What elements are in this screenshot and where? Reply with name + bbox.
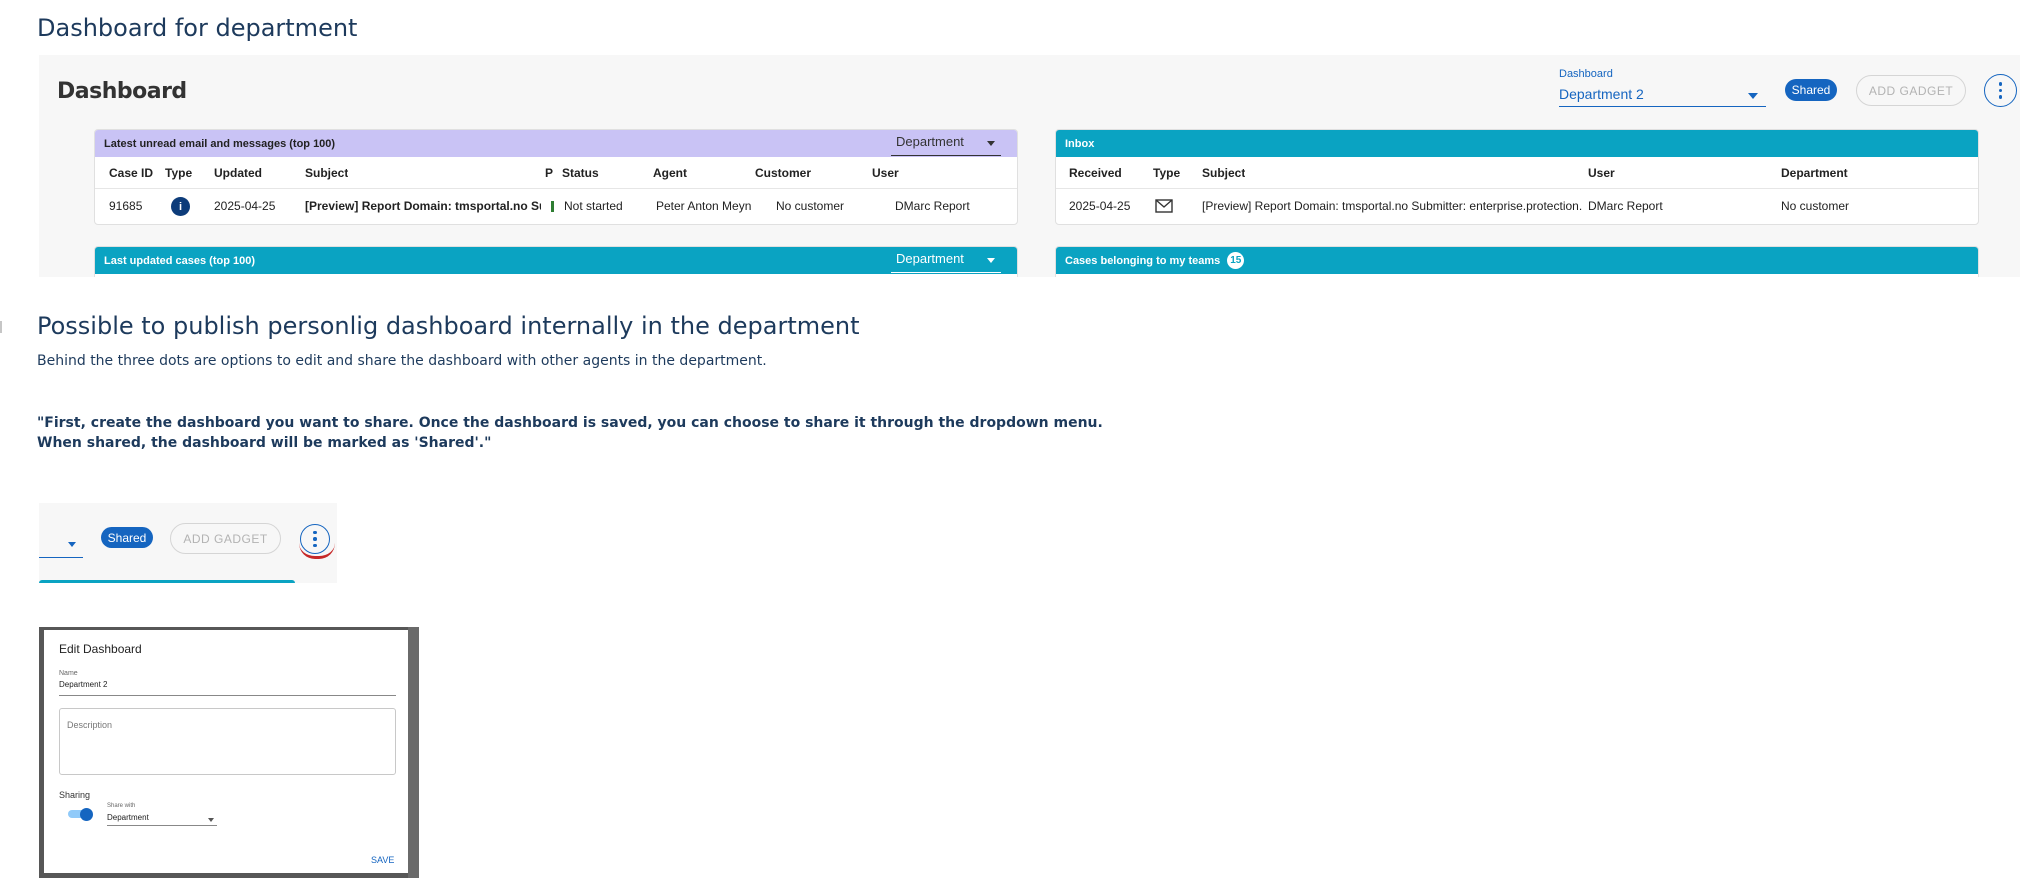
- column-header[interactable]: Department: [1781, 166, 1848, 180]
- case-id: 91685: [109, 199, 143, 213]
- dot-icon: [313, 530, 317, 535]
- select-underline: [39, 557, 83, 558]
- column-header[interactable]: User: [1588, 166, 1615, 180]
- edit-dialog-screenshot: Edit Dashboard Name Department 2 Descrip…: [39, 627, 419, 878]
- dashboard-title: Dashboard: [57, 79, 187, 104]
- count-badge: 15: [1227, 252, 1245, 269]
- edit-dashboard-dialog: Edit Dashboard Name Department 2 Descrip…: [44, 630, 408, 873]
- highlight-marker: [299, 543, 335, 559]
- agent: Peter Anton Meyn: [656, 199, 752, 213]
- column-header[interactable]: P: [545, 166, 553, 180]
- column-header[interactable]: Type: [1153, 166, 1180, 180]
- dashboard-select-label: Dashboard: [1559, 68, 1613, 80]
- background-overlay: [408, 627, 419, 878]
- table-row[interactable]: 2025-04-25 [Preview] Report Domain: tmsp…: [1056, 190, 1978, 222]
- panel-header: Inbox: [1056, 130, 1978, 157]
- column-header[interactable]: Updated: [214, 166, 262, 180]
- save-button[interactable]: SAVE: [371, 855, 394, 865]
- section-heading: Possible to publish personlig dashboard …: [37, 312, 860, 340]
- panel-title: Cases belonging to my teams: [1065, 254, 1221, 267]
- dashboard-select[interactable]: Dashboard Department 2: [1559, 66, 1766, 107]
- info-icon: i: [171, 197, 190, 216]
- panel-header: Last updated cases (top 100) Department: [95, 247, 1017, 274]
- name-label: Name: [59, 670, 78, 677]
- department-filter[interactable]: Department: [891, 247, 1001, 273]
- description-field[interactable]: Description: [59, 708, 396, 775]
- table-row[interactable]: 91685 i 2025-04-25 [Preview] Report Doma…: [95, 190, 1017, 222]
- shared-badge: Shared: [1785, 79, 1837, 101]
- toggle-knob: [80, 807, 93, 821]
- department-filter[interactable]: Department: [891, 130, 1001, 156]
- column-header[interactable]: Subject: [1202, 166, 1245, 180]
- chevron-down-icon: [208, 818, 214, 822]
- share-with-label: Share with: [107, 803, 136, 809]
- dashboard-select-value: Department 2: [1559, 86, 1644, 102]
- sharing-toggle[interactable]: [68, 807, 93, 821]
- column-header[interactable]: Received: [1069, 166, 1122, 180]
- unread-messages-panel: Latest unread email and messages (top 10…: [94, 129, 1018, 225]
- customer: No customer: [776, 199, 845, 213]
- received-date: 2025-04-25: [1069, 199, 1131, 213]
- dot-icon: [313, 537, 317, 541]
- chevron-down-icon: [987, 258, 995, 263]
- panel-header-strip: [39, 580, 295, 583]
- updated-date: 2025-04-25: [214, 199, 276, 213]
- dot-icon: [1998, 95, 2003, 99]
- dot-icon: [1998, 82, 2003, 86]
- filter-value: Department: [896, 134, 964, 149]
- add-gadget-button[interactable]: ADD GADGET: [1856, 75, 1966, 106]
- status: Not started: [564, 199, 623, 213]
- table-header-row: Received Type Subject User Department: [1056, 157, 1978, 189]
- dashboard-screenshot: Dashboard Dashboard Department 2 Shared …: [39, 55, 2020, 277]
- column-header[interactable]: User: [872, 166, 899, 180]
- mail-icon: [1155, 199, 1173, 213]
- shared-badge: Shared: [101, 527, 153, 548]
- table-header-row: Case ID Type Updated Subject P Status Ag…: [95, 157, 1017, 189]
- quote-line: When shared, the dashboard will be marke…: [37, 435, 492, 451]
- panel-title: Last updated cases (top 100): [104, 254, 255, 267]
- more-options-button[interactable]: [1984, 74, 2017, 107]
- user: DMarc Report: [895, 199, 970, 213]
- dot-icon: [1998, 88, 2003, 93]
- column-header[interactable]: Agent: [653, 166, 687, 180]
- dialog-title: Edit Dashboard: [59, 642, 142, 656]
- department: No customer: [1781, 199, 1850, 213]
- column-header[interactable]: Status: [562, 166, 599, 180]
- filter-value: Department: [896, 251, 964, 266]
- instruction-quote: "First, create the dashboard you want to…: [37, 413, 1103, 453]
- inbox-panel: Inbox Received Type Subject User Departm…: [1055, 129, 1979, 225]
- column-header[interactable]: Customer: [755, 166, 811, 180]
- panel-header: Latest unread email and messages (top 10…: [95, 130, 1017, 157]
- chevron-down-icon: [987, 141, 995, 146]
- my-teams-panel: Cases belonging to my teams 15: [1055, 246, 1979, 277]
- name-field[interactable]: Department 2: [59, 680, 396, 696]
- divider: [0, 321, 2, 333]
- share-with-value: Department: [107, 813, 149, 822]
- add-gadget-button[interactable]: ADD GADGET: [170, 523, 281, 554]
- user: DMarc Report: [1588, 199, 1663, 213]
- chevron-down-icon: [68, 542, 76, 547]
- panel-title: Inbox: [1065, 137, 1095, 150]
- subject: [Preview] Report Domain: tmsportal.no Su…: [305, 199, 541, 213]
- last-updated-panel: Last updated cases (top 100) Department: [94, 246, 1018, 277]
- chevron-down-icon: [1748, 93, 1758, 99]
- panel-header: Cases belonging to my teams 15: [1056, 247, 1978, 274]
- quote-line: "First, create the dashboard you want to…: [37, 415, 1103, 431]
- page-title: Dashboard for department: [37, 14, 358, 42]
- panel-title: Latest unread email and messages (top 10…: [104, 137, 336, 150]
- toolbar-crop-screenshot: Shared ADD GADGET: [39, 503, 337, 583]
- section-description: Behind the three dots are options to edi…: [37, 353, 767, 369]
- share-with-select[interactable]: Department: [107, 813, 217, 826]
- column-header[interactable]: Type: [165, 166, 192, 180]
- column-header[interactable]: Subject: [305, 166, 348, 180]
- subject: [Preview] Report Domain: tmsportal.no Su…: [1202, 199, 1583, 213]
- column-header[interactable]: Case ID: [109, 166, 153, 180]
- sharing-label: Sharing: [59, 790, 91, 800]
- priority-indicator: [551, 201, 554, 212]
